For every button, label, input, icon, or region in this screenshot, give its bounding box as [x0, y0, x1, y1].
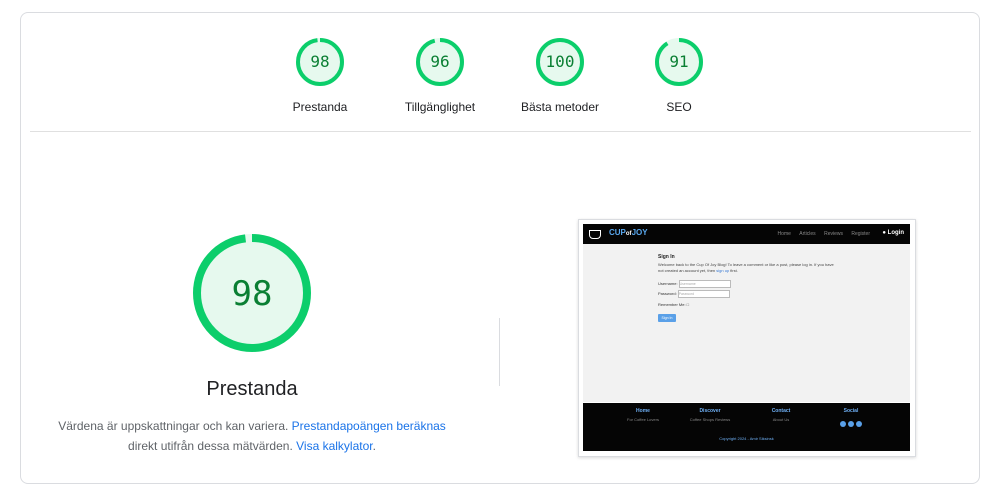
summary-divider	[30, 131, 971, 132]
site-copyright: Copyright 2024 - Amir Siksinsk	[719, 436, 774, 441]
nav-link: Reviews	[824, 231, 843, 237]
site-heading: Sign In	[658, 254, 675, 260]
footer-col: Home For Coffee Lovers	[627, 408, 659, 422]
gauge-score: 96	[430, 52, 449, 71]
site-login: ● Login	[882, 230, 904, 236]
site-remember-row: Remember Me: □	[658, 302, 690, 307]
gauge-accessibility[interactable]: 96 Tillgänglighet	[370, 36, 510, 114]
coffee-cup-icon	[589, 230, 601, 239]
gauge-label: Prestanda	[292, 100, 348, 114]
page-screenshot-thumbnail[interactable]: CUPofJOY Home Articles Reviews Register …	[578, 219, 916, 457]
vertical-separator	[499, 318, 500, 386]
gauge-performance-ring: 98	[296, 38, 344, 86]
site-username-row: Username: Username	[658, 280, 731, 288]
site-intro: Welcome back to the Cup Of Joy Blog! To …	[658, 262, 834, 273]
nav-link: Articles	[799, 231, 816, 237]
desc-period: .	[372, 439, 376, 453]
desc-text: Värdena är uppskattningar och kan varier…	[58, 419, 292, 433]
performance-score: 98	[232, 274, 273, 314]
gauge-seo[interactable]: 91 SEO	[609, 36, 749, 114]
site-navbar: CUPofJOY Home Articles Reviews Register …	[583, 224, 910, 244]
performance-gauge-large: 98	[193, 234, 311, 352]
gauge-label: Tillgänglighet	[404, 100, 476, 114]
site-signin-button: Sign In	[658, 314, 676, 322]
desc-text: direkt utifrån dessa mätvärden.	[128, 439, 297, 453]
gauge-best-practices-ring: 100	[536, 38, 584, 86]
gauge-performance[interactable]: 98 Prestanda	[250, 36, 390, 114]
gauge-label: SEO	[666, 100, 692, 114]
score-summary: 98 Prestanda 96 Tillgänglighet 100 Bästa…	[0, 0, 1006, 130]
performance-description: Värdena är uppskattningar och kan varier…	[52, 416, 452, 456]
social-icon	[840, 421, 846, 427]
nav-link: Home	[777, 231, 791, 237]
gauge-score: 100	[546, 52, 575, 71]
social-icon	[848, 421, 854, 427]
performance-title: Prestanda	[206, 378, 298, 400]
site-footer: Home For Coffee Lovers Discover Coffee Sho…	[583, 403, 910, 451]
site-body: Sign In Welcome back to the Cup Of Joy B…	[583, 244, 910, 402]
site-password-row: Password: Password	[658, 290, 730, 298]
score-calculation-link[interactable]: Prestandapoängen beräknas	[292, 419, 446, 433]
footer-col: Social	[816, 408, 886, 432]
nav-link: Register	[851, 231, 870, 237]
social-icon	[856, 421, 862, 427]
site-nav-links: Home Articles Reviews Register	[771, 231, 870, 237]
gauge-seo-ring: 91	[655, 38, 703, 86]
gauge-score: 91	[669, 52, 688, 71]
gauge-score: 98	[310, 52, 329, 71]
calculator-link[interactable]: Visa kalkylator	[296, 439, 372, 453]
site-brand: CUPofJOY	[609, 228, 648, 237]
footer-col: Contact About Us	[771, 408, 791, 422]
gauge-accessibility-ring: 96	[416, 38, 464, 86]
footer-col: Discover Coffee Shops Reviews	[689, 408, 731, 422]
